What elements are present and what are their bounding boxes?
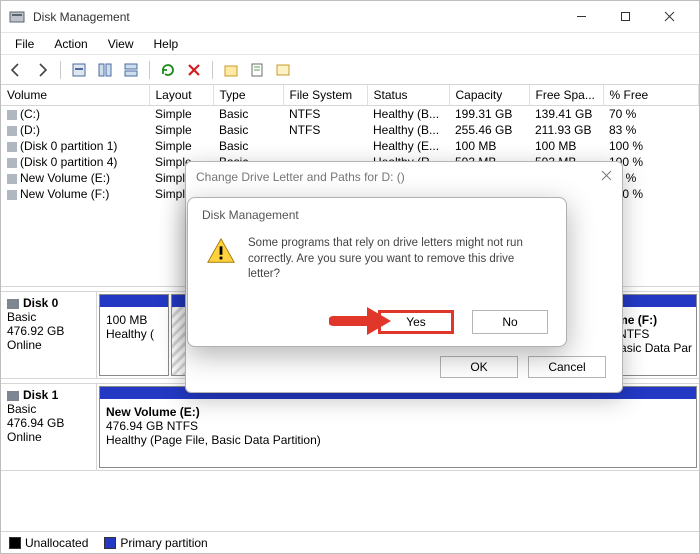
dlg1-title: Change Drive Letter and Paths for D: () (196, 170, 405, 184)
window-maximize-button[interactable] (603, 2, 647, 32)
disk-row-1[interactable]: Disk 1 Basic 476.94 GB Online New Volume… (1, 383, 699, 471)
disk1-type: Basic (7, 402, 90, 416)
window-minimize-button[interactable] (559, 2, 603, 32)
properties-icon[interactable] (246, 59, 268, 81)
table-row[interactable]: (D:)SimpleBasicNTFSHealthy (B...255.46 G… (1, 122, 699, 138)
nav-back-button[interactable] (5, 59, 27, 81)
volume-icon (7, 126, 17, 136)
toolbar-icon-1[interactable] (68, 59, 90, 81)
dlg1-close-button[interactable] (601, 170, 612, 184)
no-button[interactable]: No (472, 310, 548, 334)
col-capacity[interactable]: Capacity (449, 85, 529, 106)
legend-swatch-unallocated (9, 537, 21, 549)
disk1-name: Disk 1 (23, 388, 58, 402)
table-row[interactable]: (C:)SimpleBasicNTFSHealthy (B...199.31 G… (1, 106, 699, 123)
col-status[interactable]: Status (367, 85, 449, 106)
col-freespace[interactable]: Free Spa... (529, 85, 603, 106)
table-row[interactable]: (Disk 0 partition 1)SimpleBasicHealthy (… (1, 138, 699, 154)
disk1-partition-e[interactable]: New Volume (E:) 476.94 GB NTFS Healthy (… (99, 386, 697, 468)
volume-icon (7, 190, 17, 200)
toolbar-icon-5[interactable] (272, 59, 294, 81)
volume-header-row[interactable]: Volume Layout Type File System Status Ca… (1, 85, 699, 106)
window-close-button[interactable] (647, 2, 691, 32)
disk0-name: Disk 0 (23, 296, 58, 310)
legend-unallocated: Unallocated (25, 536, 88, 550)
yes-button[interactable]: Yes (378, 310, 454, 334)
volume-icon (7, 158, 17, 168)
volume-icon (7, 142, 17, 152)
refresh-icon[interactable] (157, 59, 179, 81)
menubar: File Action View Help (1, 33, 699, 55)
legend-swatch-primary (104, 537, 116, 549)
menu-view[interactable]: View (100, 35, 142, 53)
delete-icon[interactable] (183, 59, 205, 81)
col-filesystem[interactable]: File System (283, 85, 367, 106)
window-titlebar: Disk Management (1, 1, 699, 33)
legend-primary: Primary partition (120, 536, 207, 550)
col-volume[interactable]: Volume (1, 85, 149, 106)
dlg2-title: Disk Management (188, 198, 566, 222)
toolbar-icon-3[interactable] (120, 59, 142, 81)
volume-icon (7, 110, 17, 120)
disk0-size: 476.92 GB (7, 324, 90, 338)
cancel-button[interactable]: Cancel (528, 356, 606, 378)
disk1-state: Online (7, 430, 90, 444)
col-layout[interactable]: Layout (149, 85, 213, 106)
legend: Unallocated Primary partition (1, 531, 699, 553)
warning-icon (206, 236, 236, 283)
dlg2-message: Some programs that rely on drive letters… (248, 236, 548, 283)
toolbar-icon-4[interactable] (220, 59, 242, 81)
disk-icon (7, 299, 19, 309)
disk0-info[interactable]: Disk 0 Basic 476.92 GB Online (1, 292, 97, 378)
nav-forward-button[interactable] (31, 59, 53, 81)
menu-action[interactable]: Action (46, 35, 95, 53)
toolbar-icon-2[interactable] (94, 59, 116, 81)
menu-help[interactable]: Help (146, 35, 187, 53)
disk1-info[interactable]: Disk 1 Basic 476.94 GB Online (1, 384, 97, 470)
confirm-remove-dialog: Disk Management Some programs that rely … (187, 197, 567, 347)
disk0-type: Basic (7, 310, 90, 324)
toolbar (1, 55, 699, 85)
window-title: Disk Management (33, 10, 559, 24)
disk-icon (7, 391, 19, 401)
col-pctfree[interactable]: % Free (603, 85, 699, 106)
ok-button[interactable]: OK (440, 356, 518, 378)
app-icon (9, 9, 25, 25)
volume-icon (7, 174, 17, 184)
disk0-state: Online (7, 338, 90, 352)
menu-file[interactable]: File (7, 35, 42, 53)
disk1-size: 476.94 GB (7, 416, 90, 430)
disk0-partition-1[interactable]: 100 MB Healthy ( (99, 294, 169, 376)
col-type[interactable]: Type (213, 85, 283, 106)
